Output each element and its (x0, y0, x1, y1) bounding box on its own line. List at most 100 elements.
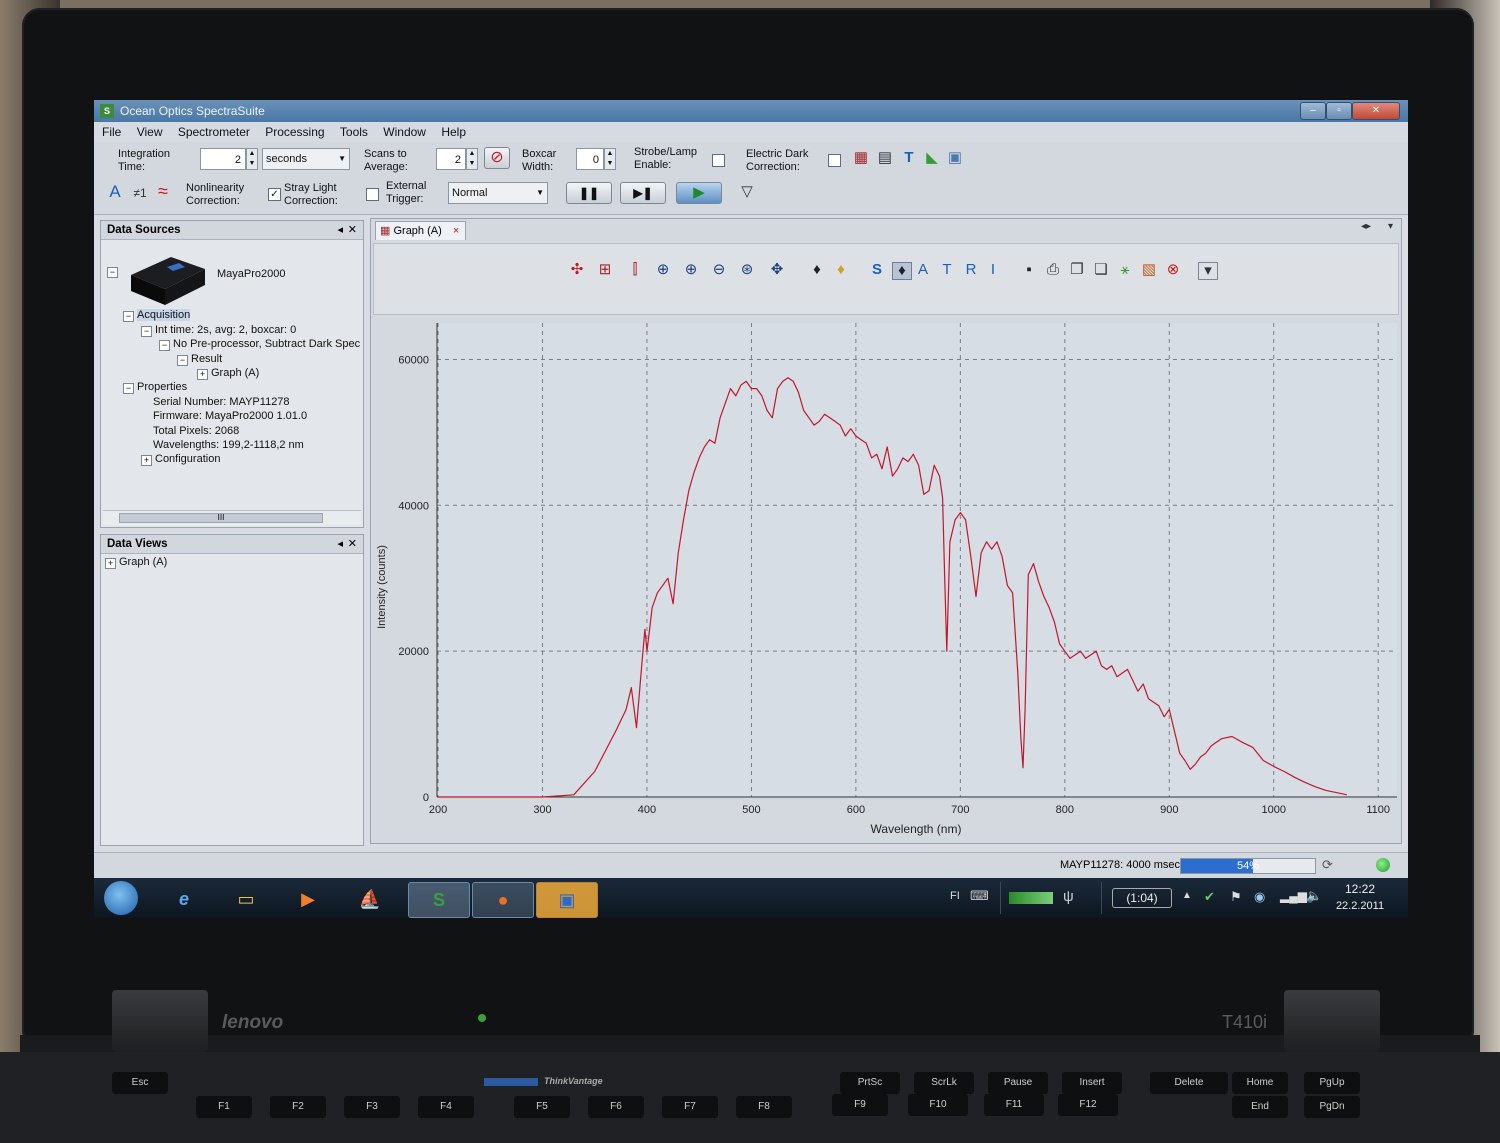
delete-overlay-icon[interactable]: ⊗ (1164, 262, 1182, 278)
battery-time[interactable]: (1:04) (1112, 888, 1172, 908)
close-button[interactable]: ✕ (1352, 102, 1400, 120)
key-f10[interactable]: F10 (908, 1094, 968, 1116)
collapse-icon[interactable]: − (123, 383, 134, 394)
menu-help[interactable]: Help (441, 125, 466, 139)
pin-icon[interactable]: ◂ (337, 221, 343, 239)
tree-preprocessor[interactable]: − No Pre-processor, Subtract Dark Spec (159, 337, 360, 352)
spectrasuite-taskbar-icon[interactable]: S (408, 882, 470, 918)
signal-bars-icon[interactable]: ▂▄▆ (1280, 889, 1307, 903)
scans-spinner[interactable]: ▲ ▼ (466, 148, 478, 170)
minimize-button[interactable]: – (1300, 102, 1326, 120)
key-f9[interactable]: F9 (832, 1094, 888, 1116)
refresh-icon[interactable]: ⟳ (1322, 857, 1333, 873)
key-f2[interactable]: F2 (270, 1096, 326, 1118)
graph-toolbar-menu-icon[interactable]: ▾ (1198, 262, 1218, 280)
graph-view-icon[interactable]: ▦ (852, 150, 870, 166)
key-f5[interactable]: F5 (514, 1096, 570, 1118)
key-pgup[interactable]: PgUp (1304, 1072, 1360, 1094)
menu-view[interactable]: View (137, 125, 163, 139)
scope-mode-icon[interactable]: S (868, 262, 886, 278)
spectrum-chart[interactable]: 200 300 400 500 600 700 800 900 1000 1100 0 20000 40… (371, 317, 1401, 843)
scans-to-average-input[interactable]: 2 (436, 148, 466, 170)
key-f7[interactable]: F7 (662, 1096, 718, 1118)
key-home[interactable]: Home (1232, 1072, 1288, 1094)
keyboard-icon[interactable]: ⌨ (970, 888, 989, 904)
show-hidden-icons-icon[interactable]: ▲ (1182, 890, 1192, 901)
key-scrlk[interactable]: ScrLk (914, 1072, 974, 1094)
key-f1[interactable]: F1 (196, 1096, 252, 1118)
scope-minus-dark-icon[interactable]: ♦ (892, 262, 912, 280)
key-pgdn[interactable]: PgDn (1304, 1096, 1360, 1118)
key-end[interactable]: End (1232, 1096, 1288, 1118)
zoom-box-icon[interactable]: ⊞ (596, 262, 614, 278)
tab-menu-icon[interactable]: ▾ (1388, 221, 1393, 232)
zoom-out-icon[interactable]: ⊖ (710, 262, 728, 278)
table-view-icon[interactable]: ▤ (876, 150, 894, 166)
tree-result[interactable]: − Result (177, 352, 222, 367)
start-button-icon[interactable] (104, 881, 138, 915)
step-button[interactable]: ▶❚ (620, 182, 666, 204)
language-indicator[interactable]: FI (950, 890, 960, 902)
action-center-flag-icon[interactable]: ⚑ (1230, 889, 1242, 905)
key-f11[interactable]: F11 (984, 1094, 1044, 1116)
horizontal-scrollbar[interactable]: III (103, 510, 361, 525)
zoom-reset-icon[interactable]: ⊛ (738, 262, 756, 278)
thinkvantage-button[interactable] (484, 1078, 538, 1086)
boxcar-spinner[interactable]: ▲ ▼ (604, 148, 616, 170)
firefox-icon[interactable]: ● (472, 882, 534, 918)
tab-graph-a[interactable]: ▦ Graph (A) × (375, 221, 467, 240)
external-trigger-checkbox[interactable] (366, 188, 379, 201)
tree-graph[interactable]: + Graph (A) (197, 366, 259, 381)
clock-time[interactable]: 12:22 (1332, 882, 1388, 896)
clock-date[interactable]: 22.2.2011 (1328, 900, 1392, 912)
cursor-icon[interactable]: ✣ (568, 262, 586, 278)
key-pause[interactable]: Pause (988, 1072, 1048, 1094)
expand-icon[interactable]: + (197, 369, 208, 380)
stray-light-checkbox[interactable]: ✓ (268, 188, 281, 201)
key-f3[interactable]: F3 (344, 1096, 400, 1118)
file-explorer-icon[interactable]: ▭ (218, 882, 274, 916)
pause-button[interactable]: ❚❚ (566, 182, 612, 204)
maximize-button[interactable]: ▫ (1326, 102, 1352, 120)
reflection-mode-icon[interactable]: R (962, 262, 980, 278)
tab-nav-arrows-icon[interactable]: ◂▸ (1361, 221, 1371, 232)
app-icon[interactable]: ⛵ (342, 882, 398, 916)
internet-explorer-icon[interactable]: e (156, 882, 212, 916)
save-icon[interactable]: ▪ (1020, 262, 1038, 278)
key-f4[interactable]: F4 (418, 1096, 474, 1118)
collapse-icon[interactable]: − (177, 355, 188, 366)
key-prtsc[interactable]: PrtSc (840, 1072, 900, 1094)
zoom-fit-icon[interactable]: ⊕ (654, 262, 672, 278)
tree-int-time[interactable]: − Int time: 2s, avg: 2, boxcar: 0 (141, 323, 296, 338)
reference-spectrum-icon[interactable]: ♦ (832, 262, 850, 278)
tree-properties[interactable]: − Properties (123, 380, 187, 395)
key-esc[interactable]: Esc (112, 1072, 168, 1094)
text-view-icon[interactable]: T (900, 150, 918, 166)
color-view-icon[interactable]: ◣ (922, 150, 942, 166)
transmission-mode-icon[interactable]: T (938, 262, 956, 278)
overlay-icon[interactable]: ▧ (1140, 262, 1158, 278)
boxcar-width-input[interactable]: 0 (576, 148, 604, 170)
window-switcher-icon[interactable]: ▣ (536, 882, 598, 918)
text-a-icon[interactable]: A (108, 183, 122, 200)
zoom-in-icon[interactable]: ⊕ (682, 262, 700, 278)
menu-spectrometer[interactable]: Spectrometer (178, 125, 250, 139)
close-tab-icon[interactable]: × (453, 225, 459, 237)
integration-time-input[interactable]: 2 (200, 148, 246, 170)
menu-window[interactable]: Window (383, 125, 426, 139)
collapse-icon[interactable]: − (107, 267, 118, 278)
key-f8[interactable]: F8 (736, 1096, 792, 1118)
absorbance-mode-icon[interactable]: A (914, 262, 932, 278)
stop-icon[interactable]: ⊘ (484, 147, 510, 169)
not-equal-one-icon[interactable]: ≠1 (130, 185, 150, 201)
copy-graph-icon[interactable]: ❏ (1092, 262, 1110, 278)
irradiance-mode-icon[interactable]: I (984, 262, 1002, 278)
pan-icon[interactable]: ✥ (768, 262, 786, 278)
zoom-vertical-icon[interactable]: ⫿ (626, 262, 644, 278)
pin-icon[interactable]: ◂ (337, 535, 343, 553)
expand-icon[interactable]: + (141, 455, 152, 466)
key-insert[interactable]: Insert (1062, 1072, 1122, 1094)
filter-icon[interactable]: ▽ (738, 184, 756, 200)
copy-icon[interactable]: ❐ (1068, 262, 1086, 278)
security-icon[interactable]: ✔ (1204, 889, 1215, 905)
